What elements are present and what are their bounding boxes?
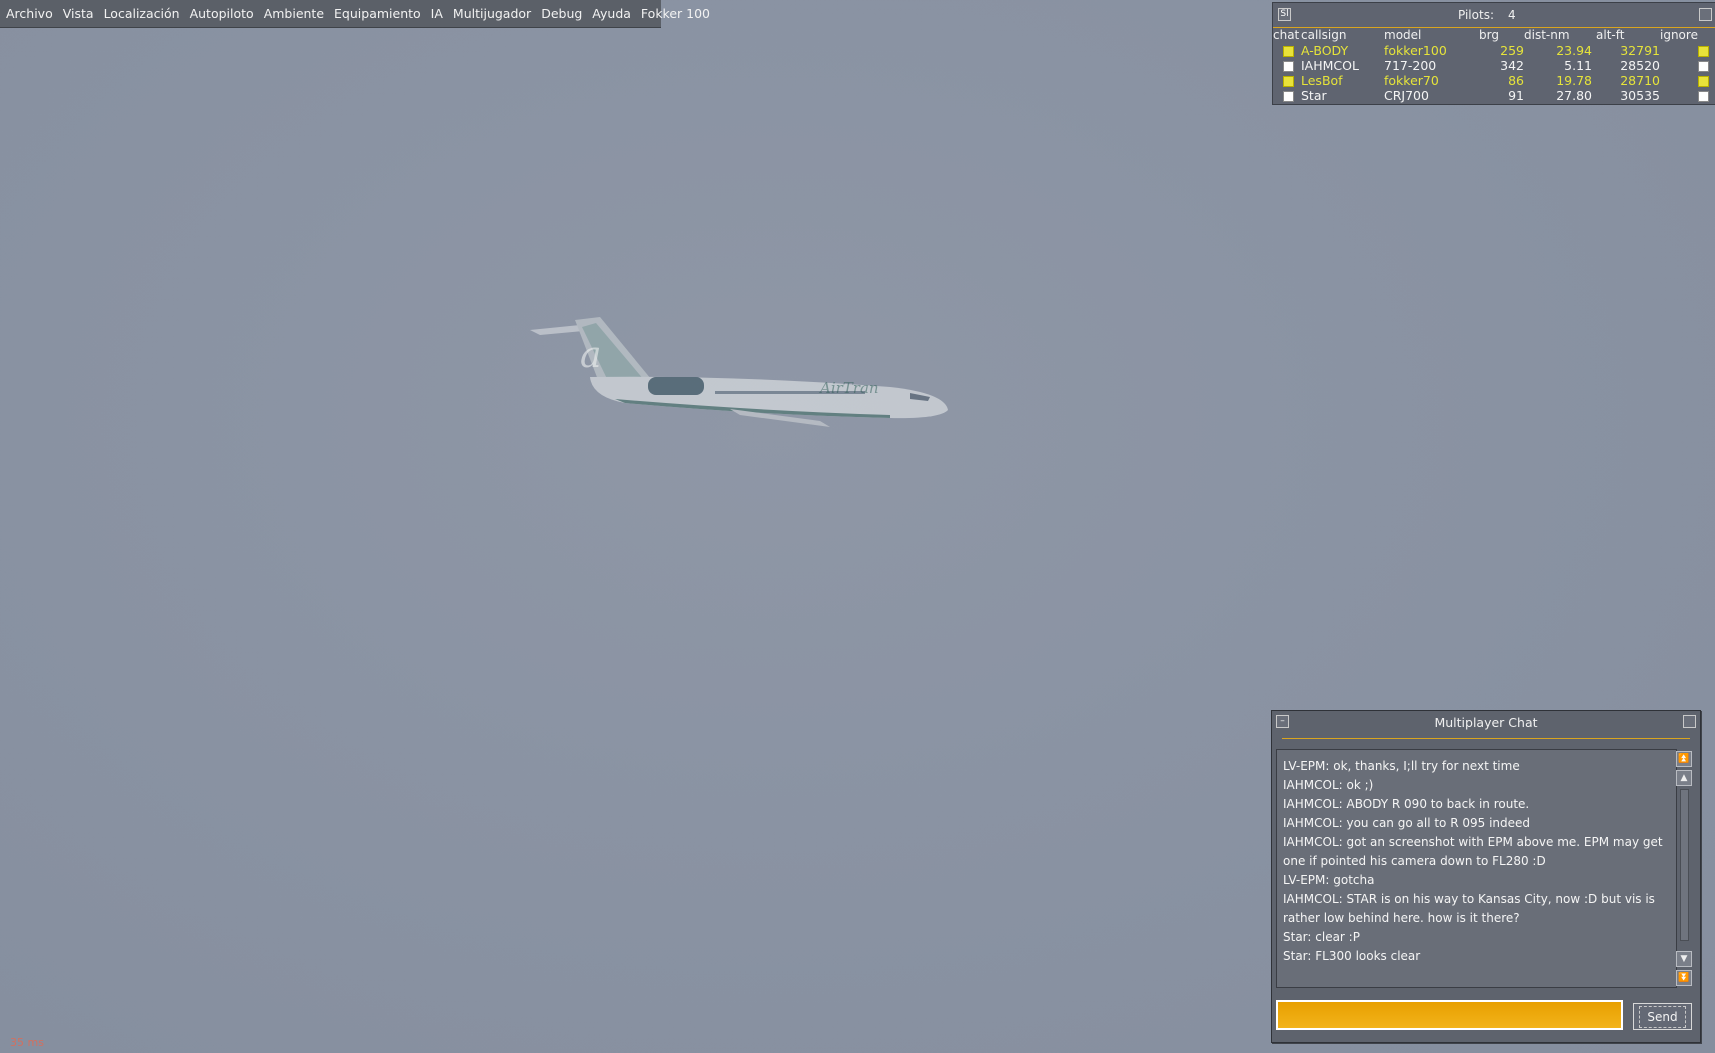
- col-callsign[interactable]: callsign: [1301, 28, 1384, 43]
- callsign-cell: Star: [1301, 88, 1327, 103]
- chat-message: IAHMCOL: STAR is on his way to Kansas Ci…: [1283, 892, 1655, 906]
- menu-vista[interactable]: Vista: [58, 0, 99, 27]
- ignore-checkbox[interactable]: [1698, 76, 1709, 87]
- model-cell: CRJ700: [1384, 88, 1429, 103]
- close-panel-button[interactable]: [1699, 8, 1712, 21]
- chat-message: one if pointed his camera down to FL280 …: [1283, 854, 1546, 868]
- frame-latency-readout: 35 ms: [10, 1036, 44, 1049]
- menu-aircraft[interactable]: Fokker 100: [636, 0, 715, 27]
- pilots-label: Pilots:: [1458, 8, 1494, 22]
- menu-ayuda[interactable]: Ayuda: [587, 0, 636, 27]
- col-dist[interactable]: dist-nm: [1524, 28, 1596, 43]
- dist-cell: 5.11: [1564, 58, 1592, 73]
- callsign-cell: A-BODY: [1301, 43, 1349, 58]
- menu-debug[interactable]: Debug: [536, 0, 587, 27]
- ignore-cell: [1660, 73, 1715, 88]
- alt-cell: 28710: [1620, 73, 1660, 88]
- alt-cell: 32791: [1620, 43, 1660, 58]
- pilot-list-panel: Sl Pilots: 4 chat callsign model brg dist…: [1272, 2, 1715, 105]
- chat-message: LV-EPM: ok, thanks, I;ll try for next ti…: [1283, 759, 1520, 773]
- pilot-list-header: Sl Pilots: 4: [1273, 3, 1715, 28]
- brg-cell: 342: [1500, 58, 1524, 73]
- model-cell: fokker70: [1384, 73, 1439, 88]
- chat-message: LV-EPM: gotcha: [1283, 873, 1375, 887]
- dist-cell: 19.78: [1556, 73, 1592, 88]
- chat-message: IAHMCOL: got an screenshot with EPM abov…: [1283, 835, 1663, 849]
- alt-cell: 30535: [1620, 88, 1660, 103]
- title-divider: [1282, 738, 1690, 739]
- col-model[interactable]: model: [1384, 28, 1479, 43]
- menu-localizacion[interactable]: Localización: [99, 0, 185, 27]
- col-alt[interactable]: alt-ft: [1596, 28, 1660, 43]
- pilots-count: Pilots: 4: [1458, 8, 1516, 22]
- menu-autopiloto[interactable]: Autopiloto: [185, 0, 259, 27]
- pilot-row[interactable]: IAHMCOL 717-200 342 5.11 28520: [1273, 58, 1715, 73]
- aircraft-model: a AirTran: [530, 317, 948, 427]
- pilot-row[interactable]: LesBof fokker70 86 19.78 28710: [1273, 73, 1715, 88]
- brg-cell: 259: [1500, 43, 1524, 58]
- alt-cell: 28520: [1620, 58, 1660, 73]
- ignore-cell: [1660, 58, 1715, 73]
- chat-cell: [1273, 43, 1301, 58]
- ignore-checkbox[interactable]: [1698, 61, 1709, 72]
- chat-title: Multiplayer Chat: [1434, 715, 1538, 730]
- dist-cell: 23.94: [1556, 43, 1592, 58]
- chat-message: Star: FL300 looks clear: [1283, 949, 1421, 963]
- chat-message: IAHMCOL: you can go all to R 095 indeed: [1283, 816, 1531, 830]
- menu-equipamiento[interactable]: Equipamiento: [329, 0, 426, 27]
- menu-multijugador[interactable]: Multijugador: [448, 0, 536, 27]
- chat-checkbox[interactable]: [1283, 46, 1294, 57]
- col-chat[interactable]: chat: [1273, 28, 1301, 43]
- menu-ambiente[interactable]: Ambiente: [259, 0, 329, 27]
- callsign-cell: IAHMCOL: [1301, 58, 1359, 73]
- chat-message: Star: clear :P: [1283, 930, 1360, 944]
- pilot-rows: A-BODY fokker100 259 23.94 32791 IAHMCOL 717-2…: [1273, 43, 1715, 103]
- ignore-checkbox[interactable]: [1698, 46, 1709, 57]
- col-brg[interactable]: brg: [1479, 28, 1524, 43]
- chat-log: LV-EPM: ok, thanks, I;ll try for next ti…: [1276, 749, 1677, 988]
- scroll-bottom-icon[interactable]: ⏬: [1676, 970, 1692, 986]
- livery-text: AirTran: [818, 379, 879, 397]
- ignore-cell: [1660, 43, 1715, 58]
- chat-scrollbar[interactable]: ⏫ ▲ ▼ ⏬: [1673, 749, 1695, 988]
- ignore-checkbox[interactable]: [1698, 91, 1709, 102]
- chat-checkbox[interactable]: [1283, 76, 1294, 87]
- menu-bar: Archivo Vista Localización Autopiloto Am…: [0, 0, 710, 27]
- chat-message: IAHMCOL: ABODY R 090 to back in route.: [1283, 797, 1530, 811]
- dist-cell: 27.80: [1556, 88, 1592, 103]
- send-button[interactable]: Send: [1633, 1003, 1692, 1030]
- chat-checkbox[interactable]: [1283, 91, 1294, 102]
- col-ignore[interactable]: ignore: [1660, 28, 1715, 43]
- chat-cell: [1273, 73, 1301, 88]
- pilot-row[interactable]: A-BODY fokker100 259 23.94 32791: [1273, 43, 1715, 58]
- maximize-button[interactable]: [1683, 715, 1696, 728]
- scroll-track[interactable]: [1680, 789, 1689, 941]
- pilot-table-header: chat callsign model brg dist-nm alt-ft i…: [1273, 28, 1715, 43]
- chat-cell: [1273, 88, 1301, 103]
- chat-message: rather low behind here. how is it there?: [1283, 911, 1520, 925]
- brg-cell: 91: [1508, 88, 1524, 103]
- chat-input[interactable]: [1276, 1000, 1623, 1030]
- scroll-top-icon[interactable]: ⏫: [1676, 751, 1692, 767]
- chat-checkbox[interactable]: [1283, 61, 1294, 72]
- send-label: Send: [1639, 1005, 1686, 1028]
- pilot-row[interactable]: Star CRJ700 91 27.80 30535: [1273, 88, 1715, 103]
- callsign-cell: LesBof: [1301, 73, 1343, 88]
- menu-archivo[interactable]: Archivo: [0, 0, 58, 27]
- pilots-number: 4: [1507, 8, 1516, 22]
- brg-cell: 86: [1508, 73, 1524, 88]
- model-cell: fokker100: [1384, 43, 1447, 58]
- scroll-up-icon[interactable]: ▲: [1676, 770, 1692, 786]
- chat-cell: [1273, 58, 1301, 73]
- chat-message: IAHMCOL: ok ;): [1283, 778, 1374, 792]
- tail-logo: a: [580, 335, 601, 376]
- model-cell: 717-200: [1384, 58, 1437, 73]
- sl-button[interactable]: Sl: [1278, 8, 1291, 21]
- ignore-cell: [1660, 88, 1715, 103]
- scroll-down-icon[interactable]: ▼: [1676, 951, 1692, 967]
- pilot-table: chat callsign model brg dist-nm alt-ft i…: [1273, 28, 1715, 103]
- menu-ia[interactable]: IA: [426, 0, 448, 27]
- multiplayer-chat-panel: – Multiplayer Chat LV-EPM: ok, thanks, I…: [1271, 710, 1701, 1043]
